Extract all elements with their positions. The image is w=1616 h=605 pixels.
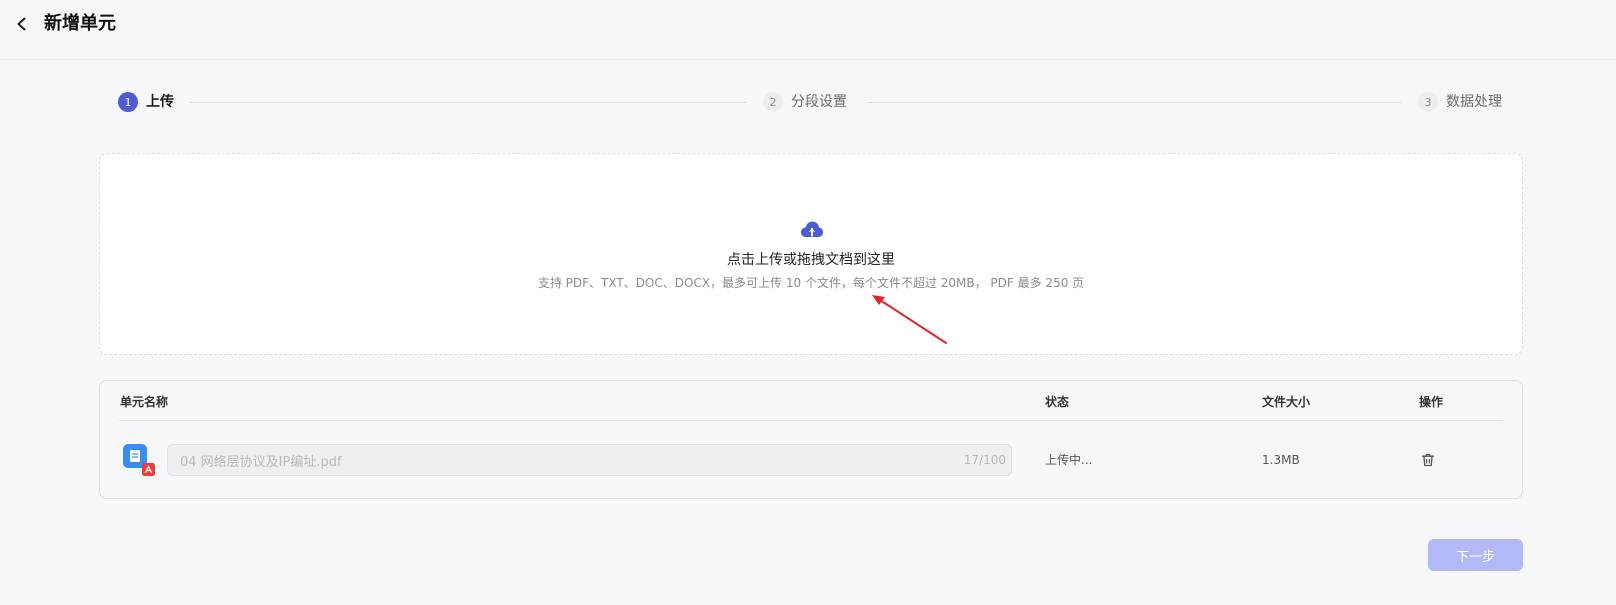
pdf-file-icon [123,444,155,476]
next-step-button[interactable]: 下一步 [1428,539,1523,571]
status-text: 上传中... [1045,453,1093,467]
step-number: 3 [1418,92,1438,112]
column-header-actions: 操作 [1419,395,1444,409]
step-upload: 1 上传 [118,90,174,114]
upload-title: 点击上传或拖拽文档到这里 [727,252,895,268]
cloud-upload-icon [801,221,823,237]
step-label: 分段设置 [791,94,847,110]
step-number: 2 [763,92,783,112]
step-label: 数据处理 [1446,94,1502,110]
table-divider [119,420,1503,421]
page-title: 新增单元 [44,13,116,34]
step-data-processing: 3 数据处理 [1418,90,1502,114]
step-label: 上传 [146,94,174,110]
back-button[interactable] [8,10,36,38]
page: 新增单元 1 上传 2 分段设置 3 数据处理 点击上传或拖拽文档到这里 支持 … [0,0,1616,605]
chevron-left-icon [17,17,26,31]
step-segment-settings: 2 分段设置 [763,90,847,114]
upload-hint: 支持 PDF、TXT、DOC、DOCX，最多可上传 10 个文件，每个文件不超过… [537,276,1085,290]
stepper: 1 上传 2 分段设置 3 数据处理 [118,90,1503,114]
header: 新增单元 [0,0,1616,60]
file-size-text: 1.3MB [1262,453,1300,467]
char-counter: 17/100 [963,453,1006,467]
step-connector [190,102,746,103]
column-header-status: 状态 [1045,395,1070,409]
annotation-arrow-icon [872,295,947,344]
column-header-unit-name: 单元名称 [120,395,169,409]
step-number: 1 [118,92,138,112]
step-connector [868,102,1401,103]
delete-button[interactable] [1419,451,1437,469]
trash-icon [1421,453,1435,467]
unit-name-input[interactable] [167,444,1012,476]
column-header-file-size: 文件大小 [1262,395,1311,409]
